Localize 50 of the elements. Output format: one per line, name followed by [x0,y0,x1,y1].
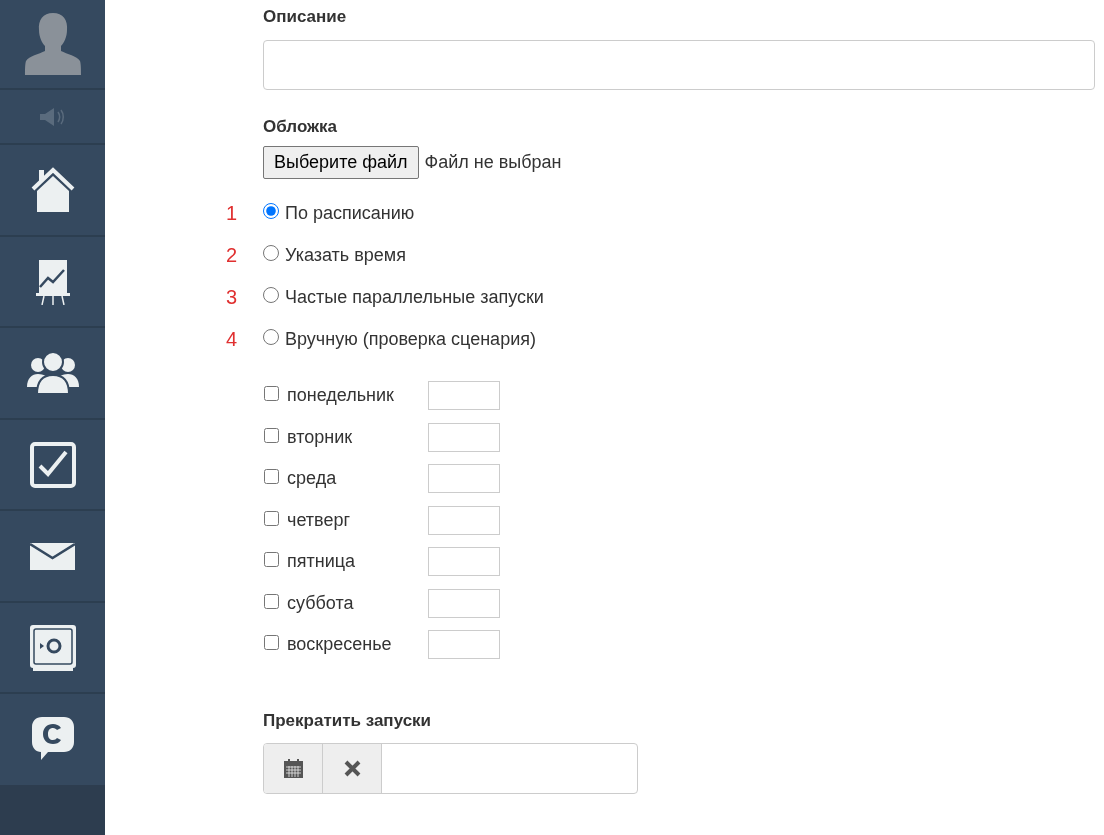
time-field[interactable] [428,422,500,452]
description-field[interactable] [263,39,1095,90]
time-field[interactable] [428,630,500,660]
checkbox[interactable] [264,469,279,485]
checkbox[interactable] [264,552,279,568]
choose-file-button[interactable]: Выберите файл [263,146,419,179]
checkbox-label: пятница [287,550,357,574]
checkbox[interactable] [264,593,279,609]
checkbox[interactable] [264,635,279,651]
radio-button[interactable] [263,245,279,261]
radio-label: Частые параллельные запуски [285,285,544,309]
option-number: 1 [225,201,239,226]
checkbox-label: воскресенье [287,633,393,657]
radio-button[interactable] [263,287,279,303]
chart-easel-icon[interactable] [35,258,70,305]
option-number: 2 [225,243,239,268]
checkbox[interactable] [264,510,279,526]
date-field[interactable] [263,743,638,794]
checkbox-label: четверг [287,508,351,532]
checkbox-icon[interactable] [29,441,76,488]
field-label: Описание [263,6,348,28]
checkbox[interactable] [264,386,279,402]
checkbox-label: суббота [287,591,355,615]
radio-label: Вручную (проверка сценария) [285,327,536,351]
checkbox-label: понедельник [287,384,395,408]
time-field[interactable] [428,547,500,577]
checkbox-label: вторник [287,425,354,449]
time-field[interactable] [428,381,500,411]
safe-icon[interactable] [29,624,76,671]
option-number: 4 [225,327,239,352]
radio-button[interactable] [263,329,279,345]
time-field[interactable] [428,588,500,618]
radio-label: По расписанию [285,201,415,225]
field-label: Обложка [263,115,339,138]
radio-button[interactable] [263,203,279,219]
avatar-silhouette[interactable] [23,11,82,77]
time-field[interactable] [428,464,500,494]
option-number: 3 [225,285,239,310]
calendar-icon [283,759,303,778]
checkbox-label: среда [287,467,338,491]
clear-button[interactable] [323,744,382,793]
close-icon [343,760,361,777]
field-label: Прекратить запуски [263,709,433,732]
time-field[interactable] [428,505,500,535]
checkbox[interactable] [264,427,279,443]
people-icon[interactable] [26,351,79,395]
radio-label: Указать время [285,243,406,267]
envelope-icon[interactable] [30,542,75,570]
calendar-button[interactable] [264,744,323,793]
file-status-text: Файл не выбран [424,151,562,174]
